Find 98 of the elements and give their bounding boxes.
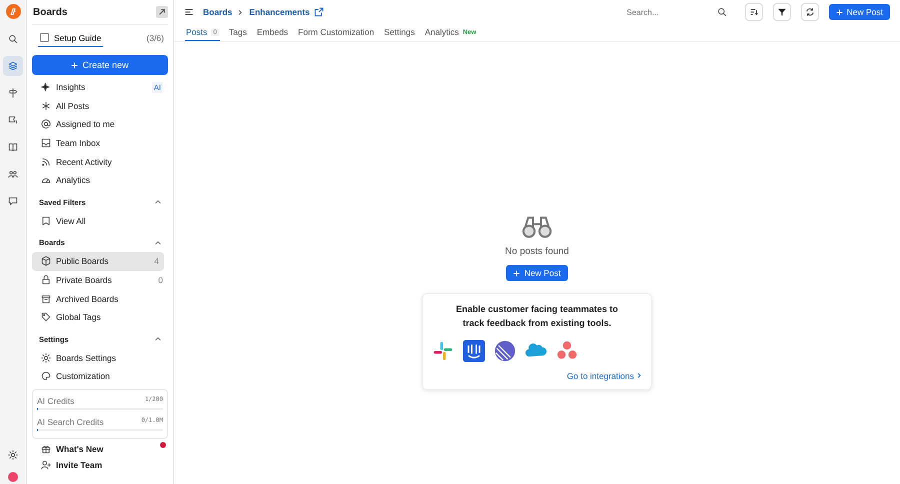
item-label: View All [56, 216, 86, 226]
progress-count: (3/6) [146, 33, 164, 43]
item-label: Global Tags [56, 312, 101, 322]
flag-icon [8, 115, 18, 125]
footer-label: Invite Team [56, 460, 102, 470]
menu-icon[interactable] [184, 7, 194, 17]
item-label: Boards Settings [56, 352, 116, 363]
arrow-icon [158, 8, 166, 16]
plus-icon [71, 62, 78, 68]
integrations-link[interactable]: Go to integrations [566, 370, 643, 381]
tab[interactable]: Tags [228, 24, 248, 41]
book-icon [8, 142, 18, 152]
footer-label: What's New [56, 444, 104, 454]
sort-button[interactable] [744, 3, 763, 21]
avatar-icon[interactable] [8, 472, 18, 482]
gear-icon [8, 450, 18, 460]
tab[interactable]: Settings [383, 24, 416, 41]
plus-icon [836, 8, 843, 16]
nav-label: Recent Activity [56, 156, 112, 167]
setup-guide-label: Setup Guide [54, 32, 102, 42]
nav-label: Analytics [56, 175, 90, 186]
expand-button[interactable] [156, 6, 168, 18]
search-icon [716, 7, 727, 17]
signpost-icon [8, 88, 18, 98]
nav-label: All Posts [56, 100, 90, 111]
nav-item[interactable]: Recent Activity [32, 152, 168, 171]
external-link-icon[interactable] [314, 7, 324, 17]
nav-label: Insights [56, 82, 86, 92]
board-item[interactable]: Public Boards 4 [32, 252, 164, 271]
item-count: 4 [154, 256, 159, 266]
filter-button[interactable] [772, 3, 791, 21]
breadcrumb-link[interactable]: Enhancements [249, 7, 310, 17]
rss-icon [41, 156, 51, 167]
board-item[interactable]: View All [32, 212, 168, 230]
plus-icon [513, 270, 520, 276]
logo-icon[interactable] [6, 4, 20, 19]
checkbox[interactable] [40, 33, 49, 42]
sort-icon [748, 7, 759, 17]
new-post-button[interactable]: New Post [828, 4, 890, 20]
nav-item[interactable]: Team Inbox [32, 134, 168, 152]
setup-guide-tab[interactable]: Setup Guide [38, 30, 104, 46]
at-icon [41, 119, 51, 130]
rail-button[interactable] [3, 56, 23, 76]
nav-label: Assigned to me [56, 119, 115, 130]
nav-item[interactable]: Assigned to me [32, 115, 168, 134]
palette-icon [41, 371, 51, 382]
binoculars-icon [521, 214, 553, 239]
sparkle-icon [41, 82, 51, 92]
board-item[interactable]: Global Tags [32, 308, 168, 327]
nav-item[interactable]: All Posts [32, 96, 168, 116]
person-add-icon [41, 460, 51, 470]
filter-icon [776, 7, 787, 17]
nav-label: Team Inbox [56, 138, 100, 148]
inbox-icon [41, 138, 51, 148]
footer-item[interactable]: Invite Team [32, 457, 168, 474]
item-label: Customization [56, 371, 110, 382]
new-post-button[interactable]: New Post [506, 265, 568, 281]
layers-icon [8, 61, 18, 71]
item-label: Private Boards [56, 275, 112, 286]
board-item[interactable]: Boards Settings [32, 348, 168, 368]
tab[interactable]: Form Customization [297, 24, 376, 41]
bars-logo-icon[interactable] [463, 340, 485, 362]
chevron-icon[interactable] [154, 238, 162, 247]
lock-icon [41, 275, 51, 286]
tag-icon [41, 312, 51, 322]
refresh-button[interactable] [800, 3, 819, 21]
item-label: Archived Boards [56, 294, 118, 304]
empty-message: No posts found [505, 246, 569, 257]
board-item[interactable]: Private Boards 0 [32, 270, 168, 290]
tab[interactable]: Embeds [256, 24, 290, 41]
credit-label: AI Search Credits [37, 416, 104, 427]
striped-circle-logo-icon[interactable] [494, 340, 516, 362]
gift-icon [41, 444, 51, 454]
people-icon [8, 169, 18, 179]
item-count: 0 [158, 275, 163, 286]
chevron-icon [636, 372, 643, 380]
sidebar-title: Boards [33, 6, 68, 18]
gear-icon [41, 352, 51, 363]
chat-icon [8, 196, 18, 206]
credit-label: AI Credits [37, 396, 74, 406]
star-icon [41, 100, 51, 111]
archive-icon [41, 294, 51, 304]
chevron-icon [237, 8, 244, 16]
search-icon [8, 34, 18, 44]
nav-item[interactable]: Analytics [32, 170, 168, 190]
integrations-text: Enable customer facing teammates to track feedback from existing tools. [454, 303, 620, 330]
chevron-icon[interactable] [154, 335, 162, 344]
chevron-icon[interactable] [154, 198, 162, 206]
hash-logo-icon[interactable] [432, 340, 454, 362]
create-new-button[interactable]: Create new [32, 55, 168, 75]
breadcrumb-link[interactable]: Boards [203, 7, 232, 17]
board-item[interactable]: Customization [32, 367, 168, 386]
refresh-icon [804, 7, 815, 17]
item-label: Public Boards [56, 256, 108, 266]
cube-icon [41, 256, 51, 266]
footer-item[interactable]: What's New [32, 440, 168, 458]
board-item[interactable]: Archived Boards [32, 289, 168, 308]
bookmark-icon [41, 216, 51, 226]
